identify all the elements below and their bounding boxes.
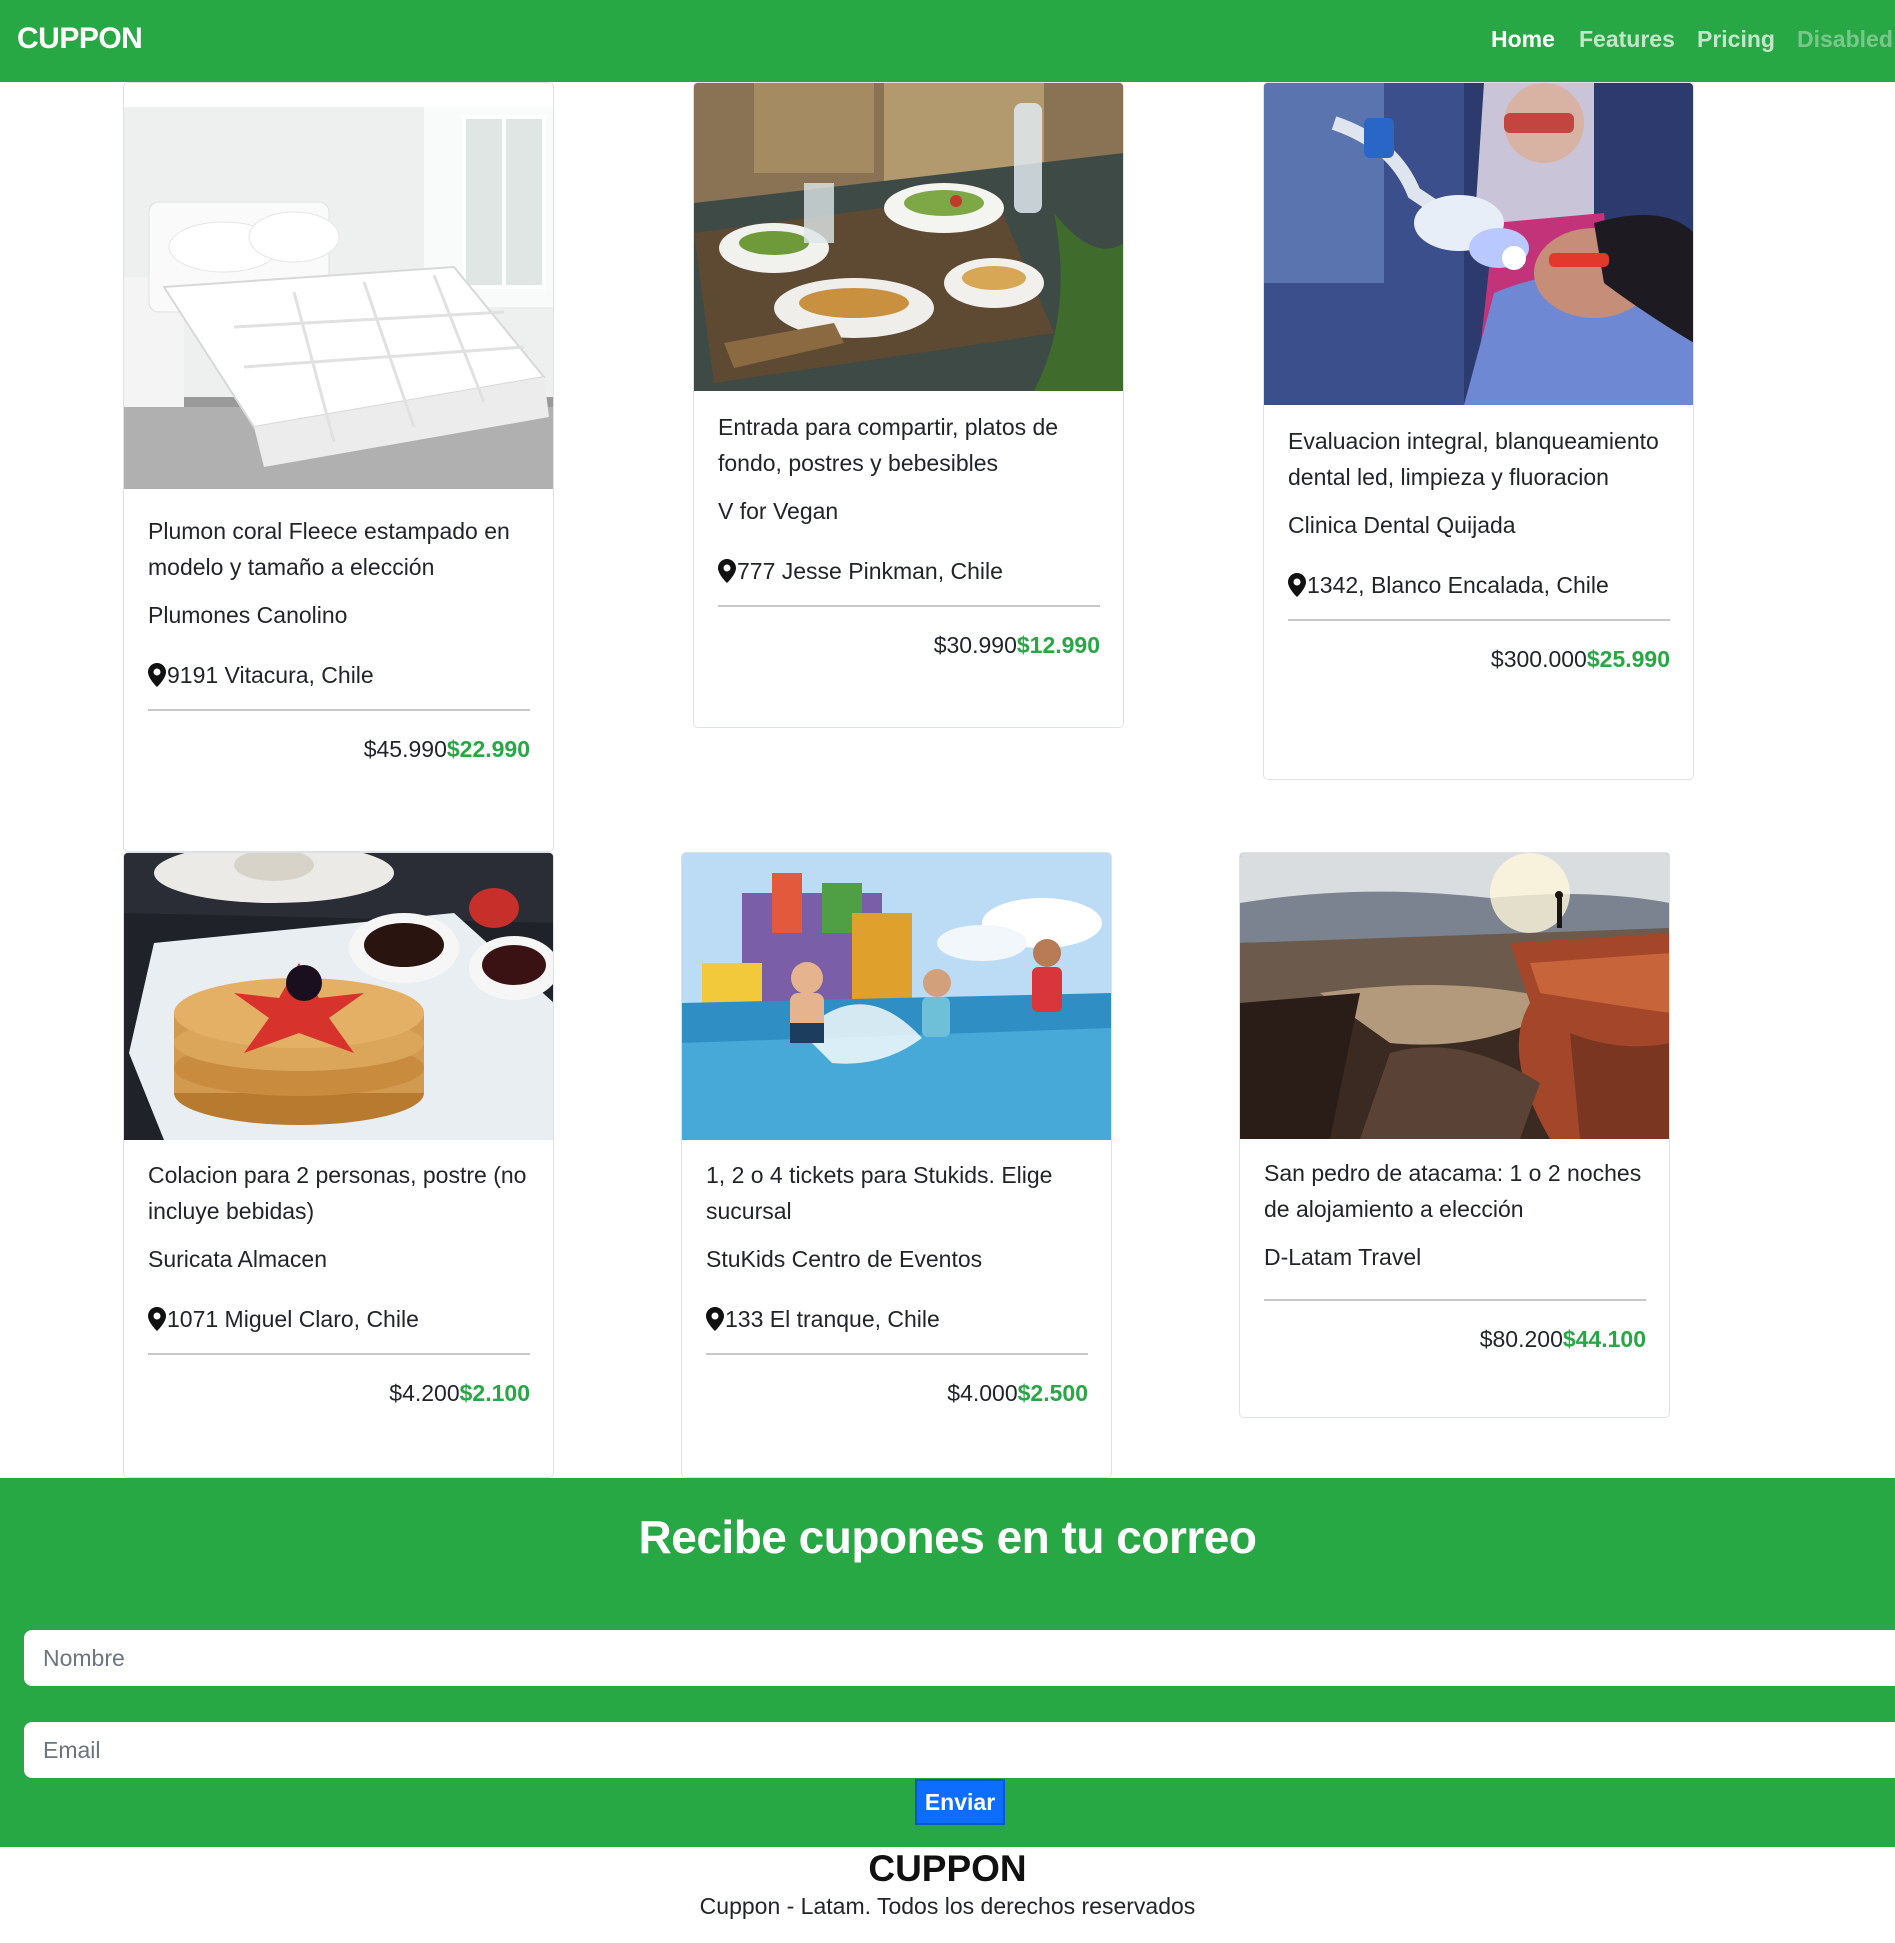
deal-card[interactable]: San pedro de atacama: 1 o 2 noches de al… xyxy=(1239,852,1670,1418)
divider xyxy=(718,605,1100,607)
top-navbar: CUPPON Home Features Pricing Disabled xyxy=(0,0,1895,82)
divider xyxy=(1264,1299,1646,1301)
map-pin-icon xyxy=(148,663,166,687)
deal-vendor: StuKids Centro de Eventos xyxy=(706,1246,983,1272)
deal-address: 133 El tranque, Chile xyxy=(706,1301,1088,1337)
deal-title[interactable]: Evaluacion integral, blanqueamiento dent… xyxy=(1288,423,1670,495)
newsletter-title: Recibe cupones en tu correo xyxy=(638,1511,1257,1563)
divider xyxy=(1288,619,1670,621)
footer-copyright: Cuppon - Latam. Todos los derechos reser… xyxy=(699,1893,1196,1919)
divider xyxy=(148,709,530,711)
deal-price: $300.000$25.990 xyxy=(1288,641,1670,677)
nav-link-pricing[interactable]: Pricing xyxy=(1697,26,1775,53)
discount-price: $2.500 xyxy=(1017,1380,1088,1406)
deal-image-pancakes[interactable] xyxy=(124,853,553,1140)
deal-address-text: 133 El tranque, Chile xyxy=(725,1306,940,1332)
name-input[interactable] xyxy=(24,1630,1895,1686)
email-input[interactable] xyxy=(24,1722,1895,1778)
divider xyxy=(706,1353,1088,1355)
deal-vendor: Clinica Dental Quijada xyxy=(1288,512,1516,538)
deal-address: 777 Jesse Pinkman, Chile xyxy=(718,553,1100,589)
newsletter-section: Recibe cupones en tu correo Enviar xyxy=(0,1478,1895,1847)
deal-vendor: V for Vegan xyxy=(718,498,839,524)
discount-price: $25.990 xyxy=(1586,646,1670,672)
map-pin-icon xyxy=(1288,573,1306,597)
discount-price: $44.100 xyxy=(1562,1326,1646,1352)
deal-card[interactable]: Colacion para 2 personas, postre (no inc… xyxy=(123,852,554,1478)
submit-button[interactable]: Enviar xyxy=(915,1779,1005,1825)
map-pin-icon xyxy=(718,559,736,583)
deal-card[interactable]: Plumon coral Fleece estampado en modelo … xyxy=(123,82,554,852)
deal-image-water-park[interactable] xyxy=(682,853,1111,1140)
nav-link-disabled: Disabled xyxy=(1797,26,1893,52)
deal-address-text: 1071 Miguel Claro, Chile xyxy=(167,1306,419,1332)
deal-price: $45.990$22.990 xyxy=(148,731,530,767)
map-pin-icon xyxy=(706,1307,724,1331)
deal-price: $80.200$44.100 xyxy=(1264,1321,1646,1357)
deal-address: 1342, Blanco Encalada, Chile xyxy=(1288,567,1670,603)
deal-image-dental[interactable] xyxy=(1264,83,1693,405)
deal-card[interactable]: Evaluacion integral, blanqueamiento dent… xyxy=(1263,82,1694,780)
deal-address: 9191 Vitacura, Chile xyxy=(148,657,530,693)
footer-brand: CUPPON xyxy=(868,1848,1027,1889)
deal-title[interactable]: 1, 2 o 4 tickets para Stukids. Elige suc… xyxy=(706,1157,1088,1229)
deal-vendor: D-Latam Travel xyxy=(1264,1244,1422,1270)
deal-price: $30.990$12.990 xyxy=(718,627,1100,663)
deal-image-restaurant[interactable] xyxy=(694,83,1123,391)
discount-price: $2.100 xyxy=(459,1380,530,1406)
deal-card[interactable]: Entrada para compartir, platos de fondo,… xyxy=(693,82,1124,728)
deal-price: $4.200$2.100 xyxy=(148,1375,530,1411)
deal-image-desert[interactable] xyxy=(1240,853,1669,1139)
deal-vendor: Plumones Canolino xyxy=(148,602,348,628)
deal-vendor: Suricata Almacen xyxy=(148,1246,327,1272)
deal-address-text: 777 Jesse Pinkman, Chile xyxy=(737,558,1003,584)
original-price: $80.200 xyxy=(1479,1326,1563,1352)
deal-address: 1071 Miguel Claro, Chile xyxy=(148,1301,530,1337)
nav-link-features[interactable]: Features xyxy=(1579,26,1675,53)
nav-link-home[interactable]: Home xyxy=(1491,26,1555,53)
original-price: $30.990 xyxy=(933,632,1017,658)
original-price: $300.000 xyxy=(1490,646,1587,672)
discount-price: $22.990 xyxy=(446,736,530,762)
discount-price: $12.990 xyxy=(1016,632,1100,658)
deal-title[interactable]: Colacion para 2 personas, postre (no inc… xyxy=(148,1157,530,1229)
map-pin-icon xyxy=(148,1307,166,1331)
original-price: $4.000 xyxy=(947,1380,1018,1406)
deal-image-comforter[interactable] xyxy=(124,107,553,489)
original-price: $4.200 xyxy=(389,1380,460,1406)
deal-card[interactable]: 1, 2 o 4 tickets para Stukids. Elige suc… xyxy=(681,852,1112,1478)
deal-address-text: 9191 Vitacura, Chile xyxy=(167,662,374,688)
brand-logo[interactable]: CUPPON xyxy=(17,22,143,56)
original-price: $45.990 xyxy=(363,736,447,762)
deal-address-text: 1342, Blanco Encalada, Chile xyxy=(1307,572,1609,598)
divider xyxy=(148,1353,530,1355)
deal-title[interactable]: Plumon coral Fleece estampado en modelo … xyxy=(148,513,530,585)
deal-price: $4.000$2.500 xyxy=(706,1375,1088,1411)
deal-title[interactable]: Entrada para compartir, platos de fondo,… xyxy=(718,409,1100,481)
deal-title[interactable]: San pedro de atacama: 1 o 2 noches de al… xyxy=(1264,1155,1646,1227)
